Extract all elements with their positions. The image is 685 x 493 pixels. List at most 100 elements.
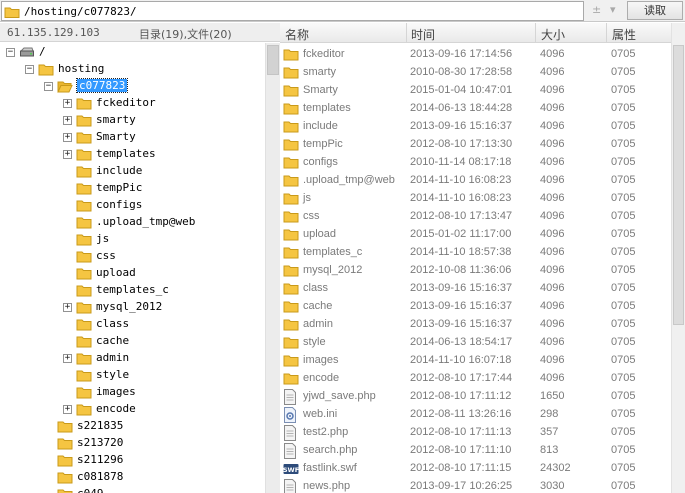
file-row[interactable]: tempPic 2012-08-10 17:13:30 4096 0705 (280, 136, 671, 154)
tree-node-label-selected[interactable]: c077823 (75, 78, 129, 93)
file-row[interactable]: .upload_tmp@web 2014-11-10 16:08:23 4096 07… (280, 172, 671, 190)
file-row[interactable]: search.php 2012-08-10 17:11:10 813 0705 (280, 442, 671, 460)
column-size[interactable]: 大小 (541, 26, 565, 43)
expand-toggle[interactable]: + (63, 405, 72, 414)
tree-node[interactable]: c081878 (0, 469, 265, 486)
file-row[interactable]: test2.php 2012-08-10 17:11:13 357 0705 (280, 424, 671, 442)
file-row[interactable]: encode 2012-08-10 17:17:44 4096 0705 (280, 370, 671, 388)
expand-toggle[interactable]: + (63, 150, 72, 159)
file-row[interactable]: SWF fastlink.swf 2012-08-10 17:11:15 24302 0… (280, 460, 671, 478)
tree-node-label[interactable]: configs (96, 198, 142, 211)
tree-node-label[interactable]: templates_c (96, 283, 169, 296)
tree-node-label[interactable]: js (96, 232, 109, 245)
tree-node-label[interactable]: Smarty (96, 130, 136, 143)
file-row[interactable]: cache 2013-09-16 15:16:37 4096 0705 (280, 298, 671, 316)
tree-node-label[interactable]: .upload_tmp@web (96, 215, 195, 228)
tree-node[interactable]: + Smarty (0, 129, 265, 146)
column-divider[interactable] (406, 23, 407, 43)
tree-node[interactable]: s221835 (0, 418, 265, 435)
add-path-icon[interactable]: ± (592, 3, 601, 16)
tree-node[interactable]: upload (0, 265, 265, 282)
tree-node-label[interactable]: c081878 (77, 470, 123, 483)
list-scrollbar[interactable] (671, 23, 685, 493)
tree-node[interactable]: templates_c (0, 282, 265, 299)
tree-node[interactable]: + encode (0, 401, 265, 418)
tree-scrollbar[interactable] (265, 43, 280, 493)
tree-node[interactable]: configs (0, 197, 265, 214)
tree-node-label[interactable]: s221835 (77, 419, 123, 432)
expand-toggle[interactable]: + (63, 354, 72, 363)
file-row[interactable]: news.php 2013-09-17 10:26:25 3030 0705 (280, 478, 671, 493)
tree-node[interactable]: include (0, 163, 265, 180)
list-scrollbar-thumb[interactable] (673, 45, 684, 325)
tree-node[interactable]: class (0, 316, 265, 333)
read-button[interactable]: 读取 (627, 1, 683, 20)
column-divider[interactable] (606, 23, 607, 43)
chevron-down-icon[interactable]: ▾ (610, 3, 616, 16)
tree-node[interactable]: s213720 (0, 435, 265, 452)
tree-node[interactable]: + mysql_2012 (0, 299, 265, 316)
file-row[interactable]: style 2014-06-13 18:54:17 4096 0705 (280, 334, 671, 352)
tree-node[interactable]: + templates (0, 146, 265, 163)
file-row[interactable]: js 2014-11-10 16:08:23 4096 0705 (280, 190, 671, 208)
expand-toggle[interactable]: + (63, 116, 72, 125)
tree-node[interactable]: − c077823 (0, 78, 265, 95)
tree-node-label[interactable]: hosting (58, 62, 104, 75)
tree-node-label[interactable]: s213720 (77, 436, 123, 449)
tree-node[interactable]: − hosting (0, 61, 265, 78)
file-row[interactable]: Smarty 2015-01-04 10:47:01 4096 0705 (280, 82, 671, 100)
tree-node-label[interactable]: c049... (77, 487, 123, 493)
collapse-toggle[interactable]: − (25, 65, 34, 74)
file-row[interactable]: templates 2014-06-13 18:44:28 4096 0705 (280, 100, 671, 118)
column-divider[interactable] (535, 23, 536, 43)
tree-node[interactable]: + smarty (0, 112, 265, 129)
tree-node[interactable]: js (0, 231, 265, 248)
expand-toggle[interactable]: + (63, 133, 72, 142)
file-row[interactable]: css 2012-08-10 17:13:47 4096 0705 (280, 208, 671, 226)
tree-node-label[interactable]: css (96, 249, 116, 262)
tree-node-label[interactable]: class (96, 317, 129, 330)
tree-node[interactable]: s211296 (0, 452, 265, 469)
tree-scrollbar-thumb[interactable] (267, 45, 279, 75)
file-row[interactable]: fckeditor 2013-09-16 17:14:56 4096 0705 (280, 46, 671, 64)
tree-node[interactable]: css (0, 248, 265, 265)
tree-node-label[interactable]: encode (96, 402, 136, 415)
tree-node[interactable]: + admin (0, 350, 265, 367)
tree-node[interactable]: images (0, 384, 265, 401)
file-row[interactable]: class 2013-09-16 15:16:37 4096 0705 (280, 280, 671, 298)
file-row[interactable]: upload 2015-01-02 11:17:00 4096 0705 (280, 226, 671, 244)
path-input[interactable]: /hosting/c077823/ (1, 1, 584, 21)
tree-node-label[interactable]: s211296 (77, 453, 123, 466)
file-row[interactable]: admin 2013-09-16 15:16:37 4096 0705 (280, 316, 671, 334)
collapse-toggle[interactable]: − (44, 82, 53, 91)
tree-node[interactable]: + fckeditor (0, 95, 265, 112)
tree-node[interactable]: cache (0, 333, 265, 350)
file-row[interactable]: configs 2010-11-14 08:17:18 4096 0705 (280, 154, 671, 172)
tree-node[interactable]: c049... (0, 486, 265, 493)
tree-node-label[interactable]: admin (96, 351, 129, 364)
tree-node[interactable]: tempPic (0, 180, 265, 197)
tree-node[interactable]: − / (0, 44, 265, 61)
tree-node[interactable]: style (0, 367, 265, 384)
tree-node-label[interactable]: mysql_2012 (96, 300, 162, 313)
file-row[interactable]: mysql_2012 2012-10-08 11:36:06 4096 0705 (280, 262, 671, 280)
tree-node-label[interactable]: style (96, 368, 129, 381)
column-attr[interactable]: 属性 (612, 26, 636, 43)
expand-toggle[interactable]: + (63, 99, 72, 108)
column-name[interactable]: 名称 (285, 26, 309, 43)
collapse-toggle[interactable]: − (6, 48, 15, 57)
column-time[interactable]: 时间 (411, 26, 435, 43)
file-row[interactable]: images 2014-11-10 16:07:18 4096 0705 (280, 352, 671, 370)
tree-node-label[interactable]: tempPic (96, 181, 142, 194)
tree-node-label[interactable]: / (39, 45, 46, 58)
tree-node-label[interactable]: smarty (96, 113, 136, 126)
tree-node-label[interactable]: images (96, 385, 136, 398)
tree-node-label[interactable]: fckeditor (96, 96, 156, 109)
tree-node[interactable]: .upload_tmp@web (0, 214, 265, 231)
tree-node-label[interactable]: templates (96, 147, 156, 160)
tree-node-label[interactable]: cache (96, 334, 129, 347)
file-row[interactable]: smarty 2010-08-30 17:28:58 4096 0705 (280, 64, 671, 82)
expand-toggle[interactable]: + (63, 303, 72, 312)
tree-node-label[interactable]: upload (96, 266, 136, 279)
tree-node-label[interactable]: include (96, 164, 142, 177)
